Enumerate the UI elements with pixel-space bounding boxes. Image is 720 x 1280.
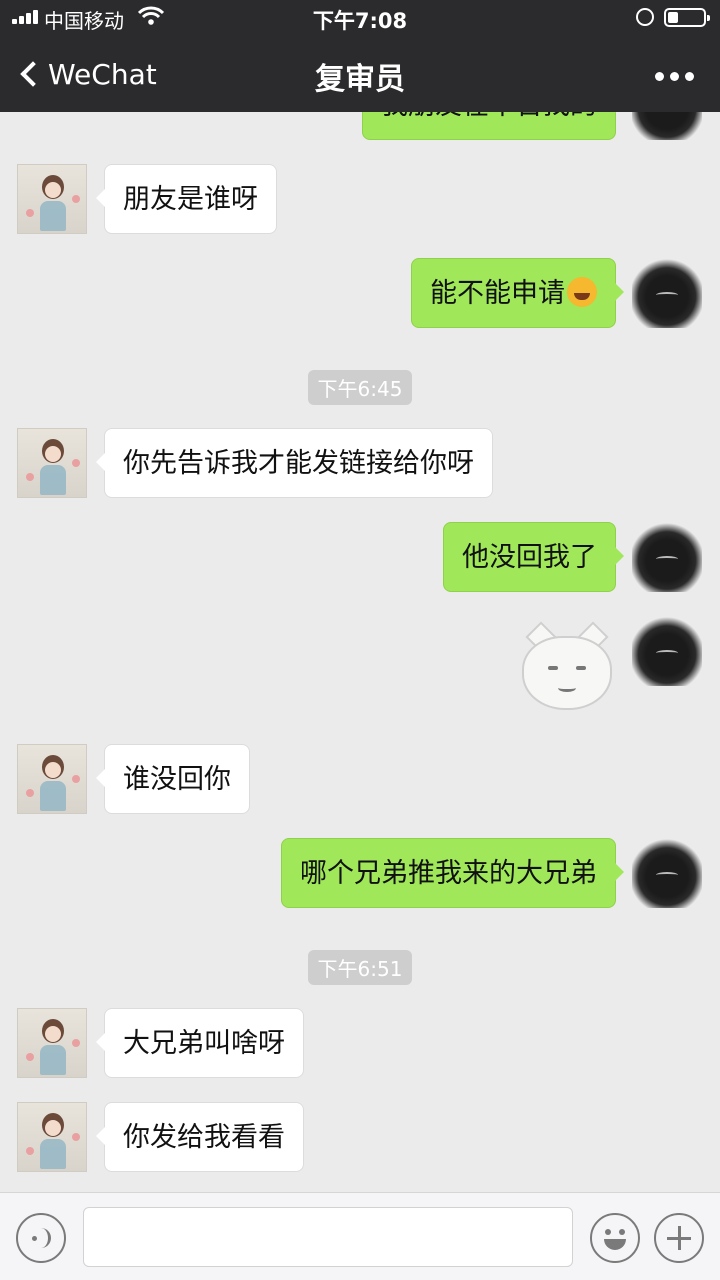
outgoing-bubble[interactable]: 哪个兄弟推我来的大兄弟 (281, 838, 624, 908)
rotation-lock-icon (636, 8, 654, 26)
timestamp-label: 下午6:45 (307, 370, 413, 405)
more-dots-icon (655, 72, 664, 81)
incoming-bubble[interactable]: 你先告诉我才能发链接给你呀 (96, 428, 493, 498)
my-avatar[interactable] (632, 258, 702, 328)
status-bar: 中国移动 下午7:08 (0, 0, 720, 36)
incoming-bubble[interactable]: 谁没回你 (96, 744, 250, 814)
timestamp: 下午6:51 (0, 950, 720, 985)
timestamp: 下午6:45 (0, 370, 720, 405)
my-avatar[interactable] (632, 838, 702, 908)
incoming-bubble[interactable]: 大兄弟叫啥呀 (96, 1008, 304, 1078)
my-avatar[interactable] (632, 522, 702, 592)
chat-title: 复审员 (315, 62, 405, 97)
message-text: 能不能申请 (430, 278, 565, 309)
pouting-baby-face-sticker[interactable] (520, 621, 614, 714)
message-input[interactable] (83, 1207, 573, 1267)
incoming-bubble[interactable]: 朋友是谁呀 (96, 164, 277, 234)
laughing-crying-emoji-icon (567, 277, 597, 307)
chat-area[interactable]: 我朋友在平台找的 朋友是谁呀 能不能申请 下午6:45 你先告诉我才能发链接给你… (0, 112, 720, 1192)
timestamp-label: 下午6:51 (307, 950, 413, 985)
input-bar (0, 1192, 720, 1280)
contact-avatar[interactable] (17, 744, 87, 814)
contact-avatar[interactable] (17, 428, 87, 498)
my-avatar[interactable] (632, 112, 702, 140)
battery-icon (664, 8, 710, 27)
add-button[interactable] (654, 1213, 704, 1263)
voice-input-button[interactable] (16, 1213, 66, 1263)
top-bar: 中国移动 下午7:08 WeChat 复审员 (0, 0, 720, 112)
emoji-button[interactable] (590, 1213, 640, 1263)
contact-avatar[interactable] (17, 1008, 87, 1078)
contact-avatar[interactable] (17, 164, 87, 234)
my-avatar[interactable] (632, 616, 702, 686)
contact-avatar[interactable] (17, 1102, 87, 1172)
clock: 下午7:08 (312, 9, 408, 33)
outgoing-bubble[interactable]: 我朋友在平台找的 (362, 112, 624, 140)
incoming-bubble[interactable]: 你发给我看看 (96, 1102, 304, 1172)
more-button[interactable] (655, 72, 694, 81)
nav-bar: WeChat 复审员 (0, 36, 720, 112)
outgoing-bubble[interactable]: 能不能申请 (411, 258, 624, 328)
outgoing-bubble[interactable]: 他没回我了 (443, 522, 624, 592)
smile-icon (605, 1229, 611, 1235)
